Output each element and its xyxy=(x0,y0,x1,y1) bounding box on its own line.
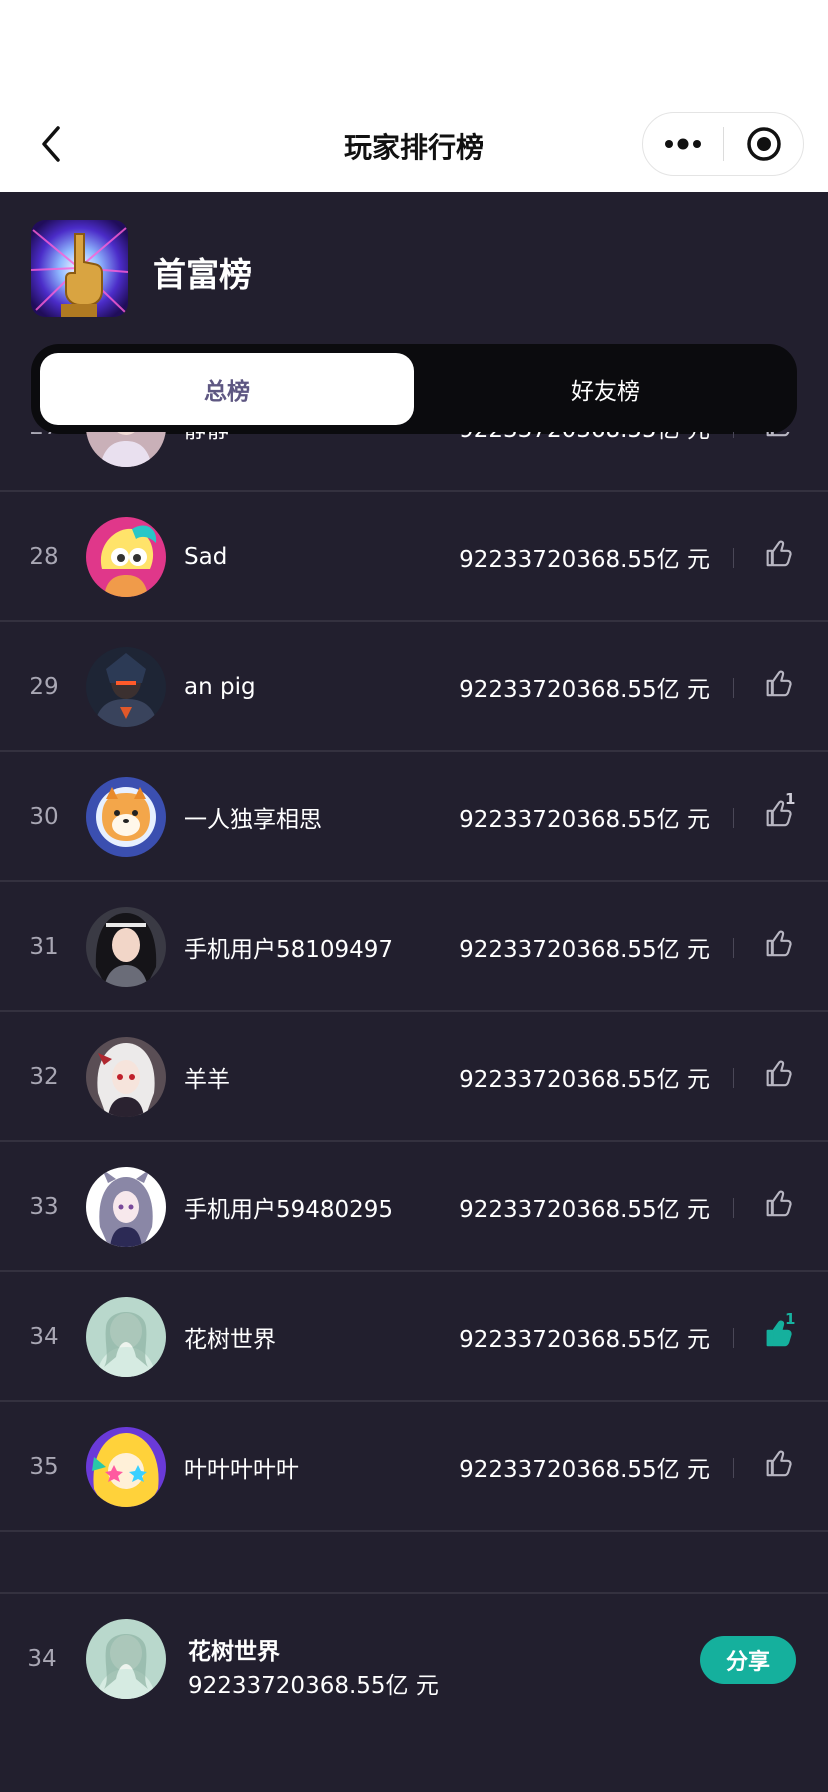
more-dots-icon[interactable] xyxy=(643,113,723,175)
user-avatar[interactable] xyxy=(86,1037,166,1117)
list-item[interactable]: 34 花树世界 92233720368.55亿 元 1 xyxy=(0,1272,828,1402)
user-avatar[interactable] xyxy=(86,777,166,857)
user-name: an pig xyxy=(184,674,256,700)
row-divider xyxy=(733,432,734,438)
user-wealth: 92233720368.55亿 元 xyxy=(459,1067,710,1093)
ranking-tab-switcher: 总榜 好友榜 xyxy=(31,344,797,434)
rank-number: 32 xyxy=(29,1064,59,1090)
rank-number: 31 xyxy=(29,934,59,960)
user-name: 羊羊 xyxy=(184,1067,230,1093)
mini-program-capsule xyxy=(642,112,804,176)
list-item[interactable]: 35 叶叶叶叶叶 92233720368.55亿 元 xyxy=(0,1402,828,1532)
share-button[interactable]: 分享 xyxy=(700,1636,796,1684)
like-count: 1 xyxy=(785,790,796,808)
list-item[interactable]: 29 an pig 92233720368.55亿 元 xyxy=(0,622,828,752)
rank-number: 30 xyxy=(29,804,59,830)
board-header: 首富榜 总榜 好友榜 xyxy=(0,192,828,434)
list-item[interactable]: 31 手机用户58109497 92233720368.55亿 元 xyxy=(0,882,828,1012)
my-rank-bar: 34 花树世界 92233720368.55亿 元 分享 xyxy=(0,1592,828,1792)
user-name: 一人独享相思 xyxy=(184,807,322,833)
user-avatar[interactable] xyxy=(86,432,166,467)
thumbs-up-icon[interactable] xyxy=(760,432,794,443)
user-name: 手机用户59480295 xyxy=(184,1197,394,1223)
tab-friends[interactable]: 好友榜 xyxy=(414,344,797,434)
user-avatar[interactable] xyxy=(86,517,166,597)
user-name: 花树世界 xyxy=(184,1327,276,1353)
user-wealth: 92233720368.55亿 元 xyxy=(459,1197,710,1223)
list-item[interactable]: 28 Sad 92233720368.55亿 元 xyxy=(0,492,828,622)
like-count: 1 xyxy=(785,1310,796,1328)
user-wealth: 92233720368.55亿 元 xyxy=(459,432,710,492)
list-item[interactable]: 32 羊羊 92233720368.55亿 元 xyxy=(0,1012,828,1142)
list-item[interactable]: 27 静静 92233720368.55亿 元 xyxy=(0,432,828,492)
my-wealth: 92233720368.55亿 元 xyxy=(188,1673,439,1699)
row-divider xyxy=(733,1198,734,1218)
thumbs-up-icon[interactable] xyxy=(760,1187,794,1223)
list-item[interactable]: 33 手机用户59480295 92233720368.55亿 元 xyxy=(0,1142,828,1272)
user-avatar[interactable] xyxy=(86,1427,166,1507)
row-divider xyxy=(733,938,734,958)
rank-number: 27 xyxy=(14,432,74,492)
user-wealth: 92233720368.55亿 元 xyxy=(459,807,710,833)
thumbs-up-icon[interactable] xyxy=(760,1057,794,1093)
rank-number: 34 xyxy=(29,1324,59,1350)
user-wealth: 92233720368.55亿 元 xyxy=(459,937,710,963)
user-name: Sad xyxy=(184,544,228,570)
rank-number: 35 xyxy=(29,1454,59,1480)
rank-number: 28 xyxy=(29,544,59,570)
target-close-icon[interactable] xyxy=(724,113,804,175)
user-avatar[interactable] xyxy=(86,647,166,727)
user-wealth: 92233720368.55亿 元 xyxy=(459,677,710,703)
board-badge-image xyxy=(31,220,128,317)
user-wealth: 92233720368.55亿 元 xyxy=(459,1457,710,1483)
rank-number: 33 xyxy=(29,1194,59,1220)
my-avatar xyxy=(86,1619,166,1699)
navigation-bar: 玩家排行榜 xyxy=(0,0,828,192)
row-divider xyxy=(733,678,734,698)
user-name: 静静 xyxy=(184,432,230,492)
tab-overall[interactable]: 总榜 xyxy=(40,353,414,425)
user-avatar[interactable] xyxy=(86,1167,166,1247)
ranking-list[interactable]: 27 静静 92233720368.55亿 元 28 Sad 92233720368.55… xyxy=(0,432,828,1592)
thumbs-up-icon[interactable] xyxy=(760,927,794,963)
thumbs-up-icon[interactable] xyxy=(760,1447,794,1483)
thumbs-up-icon[interactable] xyxy=(760,667,794,703)
my-rank-number: 34 xyxy=(27,1646,57,1672)
user-name: 手机用户58109497 xyxy=(184,937,394,963)
list-item[interactable]: 30 一人独享相思 92233720368.55亿 元 1 xyxy=(0,752,828,882)
row-divider xyxy=(733,548,734,568)
row-divider xyxy=(733,808,734,828)
user-avatar[interactable] xyxy=(86,1297,166,1377)
row-divider xyxy=(733,1068,734,1088)
row-divider xyxy=(733,1458,734,1478)
user-wealth: 92233720368.55亿 元 xyxy=(459,1327,710,1353)
user-avatar[interactable] xyxy=(86,907,166,987)
board-title: 首富榜 xyxy=(153,255,252,294)
my-name: 花树世界 xyxy=(188,1639,280,1665)
rank-number: 29 xyxy=(29,674,59,700)
row-divider xyxy=(733,1328,734,1348)
user-wealth: 92233720368.55亿 元 xyxy=(459,547,710,573)
thumbs-up-icon[interactable] xyxy=(760,537,794,573)
user-name: 叶叶叶叶叶 xyxy=(184,1457,299,1483)
